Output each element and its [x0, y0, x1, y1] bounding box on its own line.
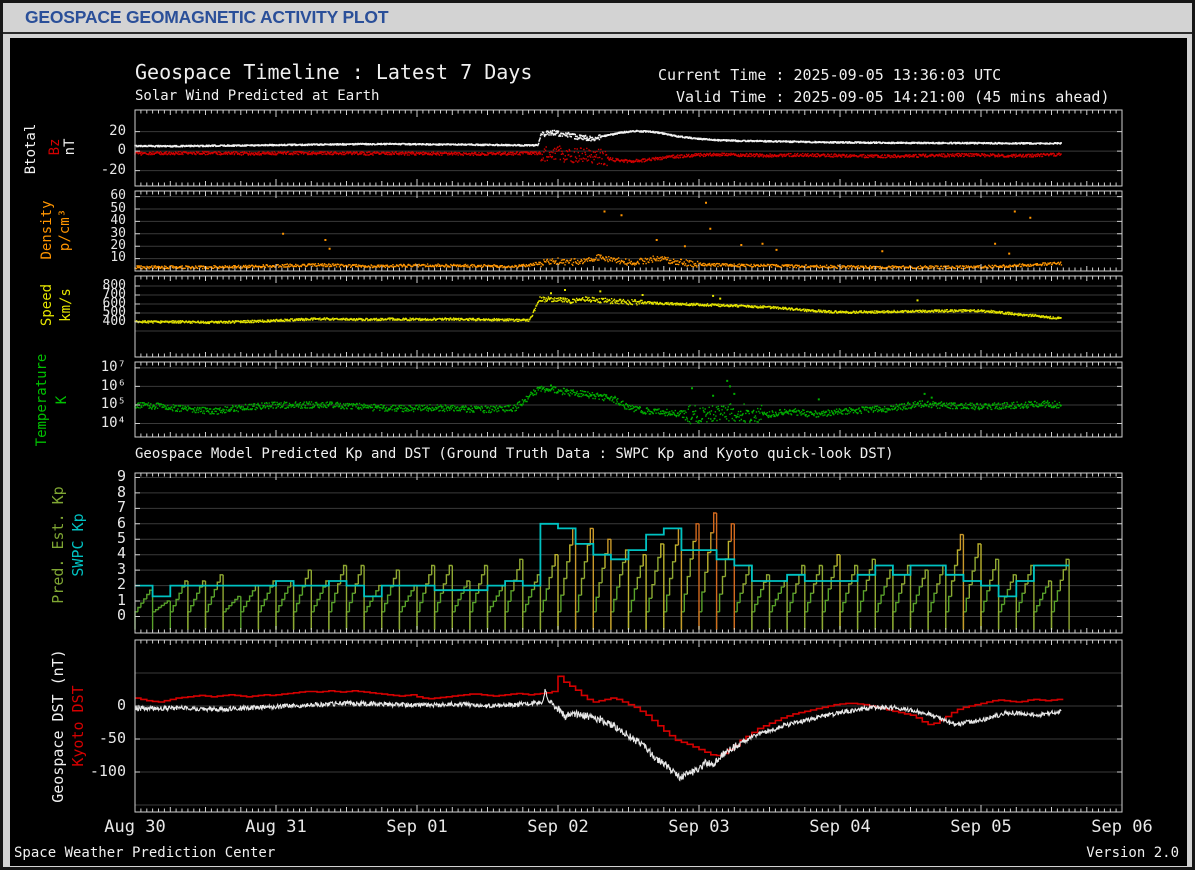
x-tick-label: Aug 30: [90, 817, 180, 837]
footer-source: Space Weather Prediction Center: [14, 845, 275, 861]
axis-label-geospace-dst: Geospace DST (nT): [49, 649, 67, 803]
y-tick-label: -20: [0, 163, 126, 177]
y-tick-label: 20: [0, 124, 126, 138]
y-tick-label: 10⁷: [0, 360, 126, 374]
y-tick-label: 10⁶: [0, 379, 126, 393]
y-tick-label: 0: [0, 608, 126, 623]
x-tick-label: Sep 04: [795, 817, 885, 837]
x-tick-label: Sep 01: [372, 817, 462, 837]
x-tick-label: Sep 05: [936, 817, 1026, 837]
y-tick-label: 7: [0, 500, 126, 515]
x-tick-label: Sep 06: [1077, 817, 1167, 837]
y-tick-label: 10: [0, 251, 126, 264]
y-tick-label: 8: [0, 485, 126, 500]
page: GEOSPACE GEOMAGNETIC ACTIVITY PLOT Geosp…: [0, 0, 1195, 870]
y-tick-label: 30: [0, 227, 126, 240]
y-tick-label: 5: [0, 531, 126, 546]
y-tick-label: 0: [0, 143, 126, 157]
y-tick-label: 1: [0, 593, 126, 608]
y-tick-label: 2: [0, 577, 126, 592]
y-tick-label: -100: [0, 764, 126, 779]
x-tick-label: Aug 31: [231, 817, 321, 837]
current-time-label: Current Time : 2025-09-05 13:36:03 UTC: [658, 66, 1001, 84]
y-tick-label: -50: [0, 731, 126, 746]
y-tick-label: 4: [0, 546, 126, 561]
chart-subtitle: Solar Wind Predicted at Earth: [135, 88, 379, 104]
y-tick-label: 3: [0, 562, 126, 577]
section2-title: Geospace Model Predicted Kp and DST (Gro…: [135, 446, 894, 462]
y-tick-label: 400: [0, 315, 126, 328]
y-tick-label: 50: [0, 202, 126, 215]
chart-title: Geospace Timeline : Latest 7 Days: [135, 60, 532, 84]
header-divider: [0, 32, 1195, 34]
valid-time-label: Valid Time : 2025-09-05 14:21:00 (45 min…: [676, 88, 1109, 106]
footer-version: Version 2.0: [1086, 845, 1179, 861]
page-title: GEOSPACE GEOMAGNETIC ACTIVITY PLOT: [25, 7, 388, 28]
x-tick-label: Sep 03: [654, 817, 744, 837]
y-tick-label: 9: [0, 469, 126, 484]
y-tick-label: 10⁴: [0, 416, 126, 430]
x-tick-label: Sep 02: [513, 817, 603, 837]
y-tick-label: 20: [0, 239, 126, 252]
y-tick-label: 6: [0, 516, 126, 531]
y-tick-label: 60: [0, 189, 126, 202]
y-tick-label: 40: [0, 214, 126, 227]
y-tick-label: 0: [0, 698, 126, 713]
y-tick-label: 10⁵: [0, 397, 126, 411]
